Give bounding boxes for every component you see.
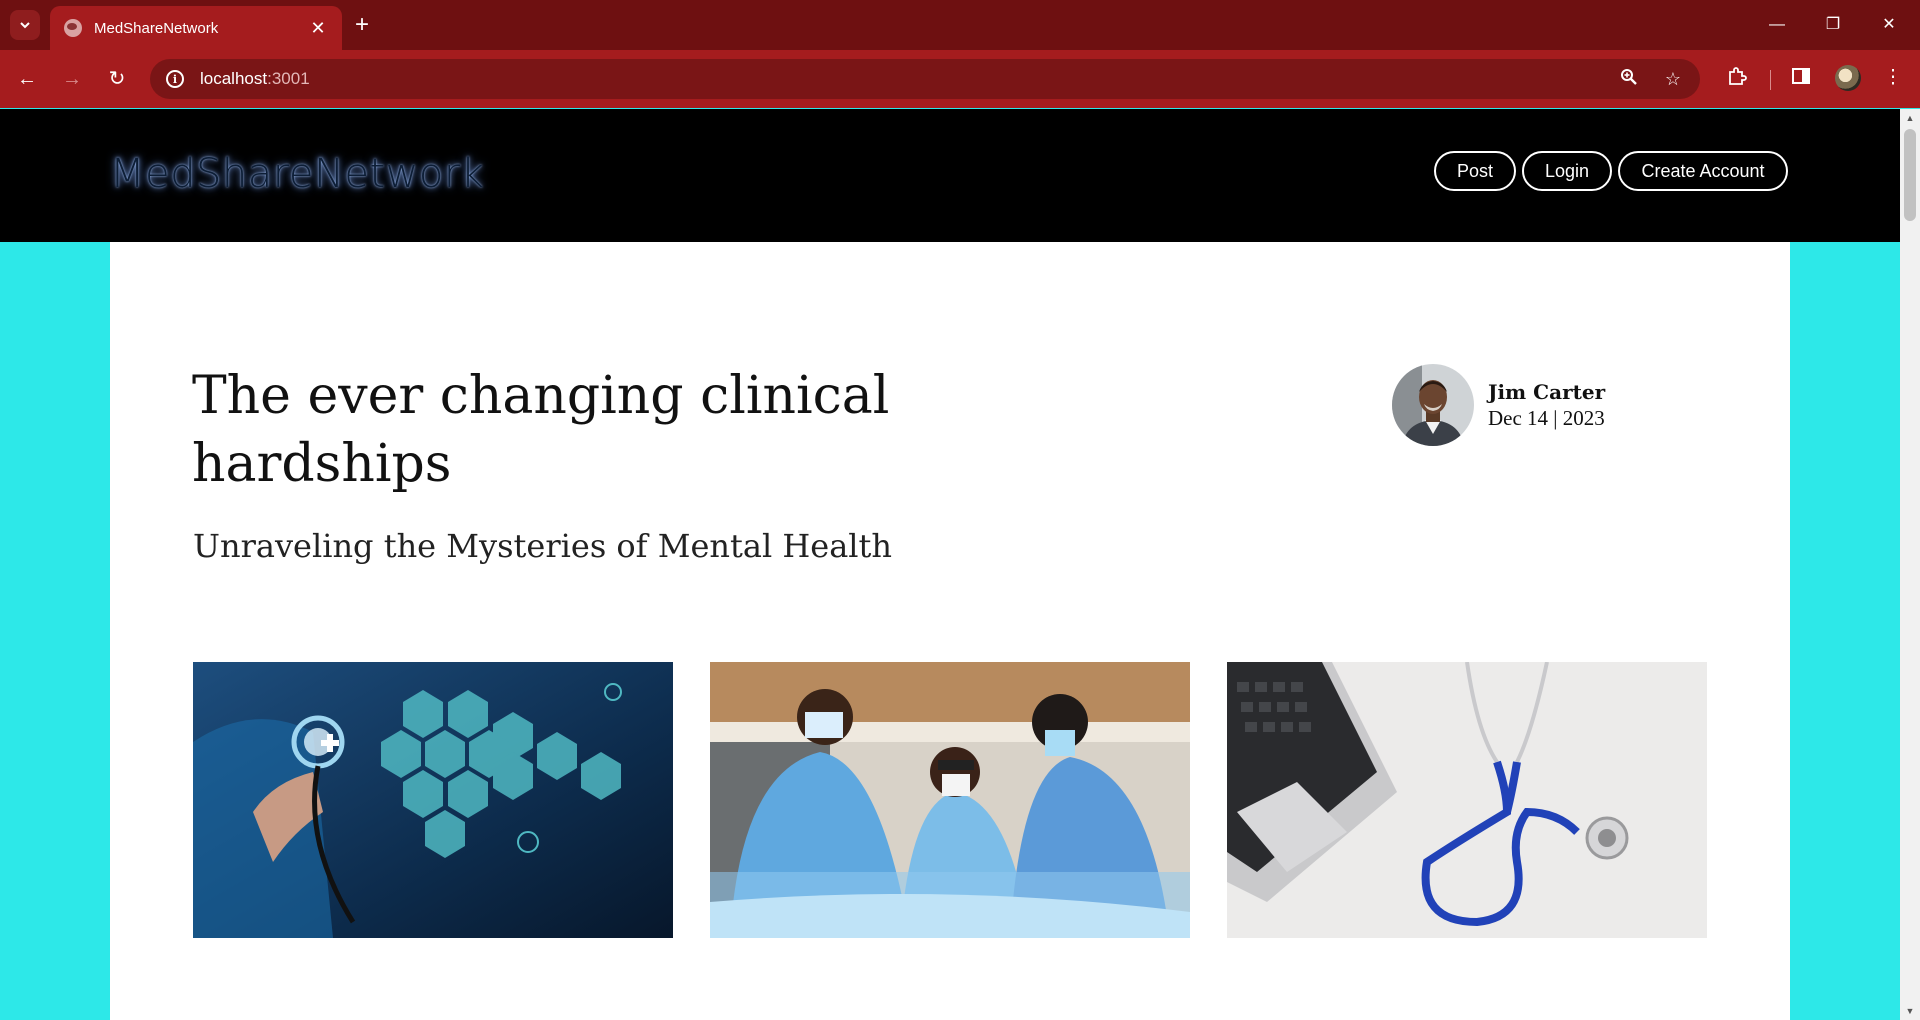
post-card: The ever changing clinical hardships Unr… bbox=[110, 242, 1790, 1020]
profile-avatar[interactable] bbox=[1835, 65, 1861, 91]
post-date: Dec 14 | 2023 bbox=[1488, 405, 1605, 430]
minimize-icon[interactable]: — bbox=[1764, 14, 1790, 36]
author-avatar[interactable] bbox=[1392, 364, 1474, 446]
scroll-down-icon[interactable]: ▼ bbox=[1900, 1006, 1920, 1016]
post-subtitle: Unraveling the Mysteries of Mental Healt… bbox=[193, 527, 892, 565]
post-title: The ever changing clinical hardships bbox=[192, 366, 890, 494]
post-image-surgeons[interactable] bbox=[710, 662, 1190, 938]
scrollbar-thumb[interactable] bbox=[1904, 129, 1916, 221]
site-header: MedShareNetwork Post Login Create Accoun… bbox=[0, 109, 1900, 242]
login-button[interactable]: Login bbox=[1522, 151, 1612, 191]
menu-kebab-icon[interactable]: ⋮ bbox=[1880, 66, 1906, 89]
browser-tabstrip: MedShareNetwork ✕ + — ❐ ✕ bbox=[0, 0, 1920, 50]
site-info-icon[interactable]: i bbox=[166, 70, 184, 88]
restore-icon[interactable]: ❐ bbox=[1820, 14, 1846, 36]
post-button[interactable]: Post bbox=[1434, 151, 1516, 191]
globe-icon bbox=[64, 19, 82, 37]
browser-tab-active[interactable]: MedShareNetwork ✕ bbox=[50, 6, 342, 50]
address-bar[interactable]: i localhost:3001 ☆ bbox=[150, 59, 1700, 99]
post-image-laptop-stethoscope[interactable] bbox=[1227, 662, 1707, 938]
create-account-button[interactable]: Create Account bbox=[1618, 151, 1788, 191]
author-name[interactable]: Jim Carter bbox=[1488, 380, 1605, 404]
toolbar-divider bbox=[1770, 70, 1771, 90]
chevron-down-icon bbox=[20, 22, 30, 29]
new-tab-button[interactable]: + bbox=[355, 12, 369, 38]
forward-arrow-icon[interactable]: → bbox=[57, 64, 87, 94]
side-panel-icon[interactable] bbox=[1788, 66, 1814, 92]
post-image-medical-icons[interactable] bbox=[193, 662, 673, 938]
bookmark-star-icon[interactable]: ☆ bbox=[1662, 69, 1684, 90]
reload-icon[interactable]: ↻ bbox=[102, 64, 132, 94]
site-brand-logo[interactable]: MedShareNetwork bbox=[110, 151, 484, 197]
author-block: Jim Carter Dec 14 | 2023 bbox=[1392, 364, 1605, 446]
url-text[interactable]: localhost:3001 bbox=[200, 69, 1596, 89]
author-info: Jim Carter Dec 14 | 2023 bbox=[1488, 380, 1605, 431]
extensions-icon[interactable] bbox=[1724, 66, 1750, 92]
scroll-up-icon[interactable]: ▲ bbox=[1900, 113, 1920, 123]
back-arrow-icon[interactable]: ← bbox=[12, 64, 42, 94]
tab-search-button[interactable] bbox=[10, 10, 40, 40]
zoom-icon[interactable] bbox=[1618, 68, 1640, 91]
tab-title: MedShareNetwork bbox=[94, 19, 219, 37]
browser-toolbar: ← → ↻ i localhost:3001 ☆ ⋮ bbox=[0, 50, 1920, 108]
close-window-icon[interactable]: ✕ bbox=[1876, 14, 1902, 36]
page-scrollbar[interactable]: ▲ ▼ bbox=[1900, 109, 1920, 1020]
close-icon[interactable]: ✕ bbox=[308, 18, 328, 38]
